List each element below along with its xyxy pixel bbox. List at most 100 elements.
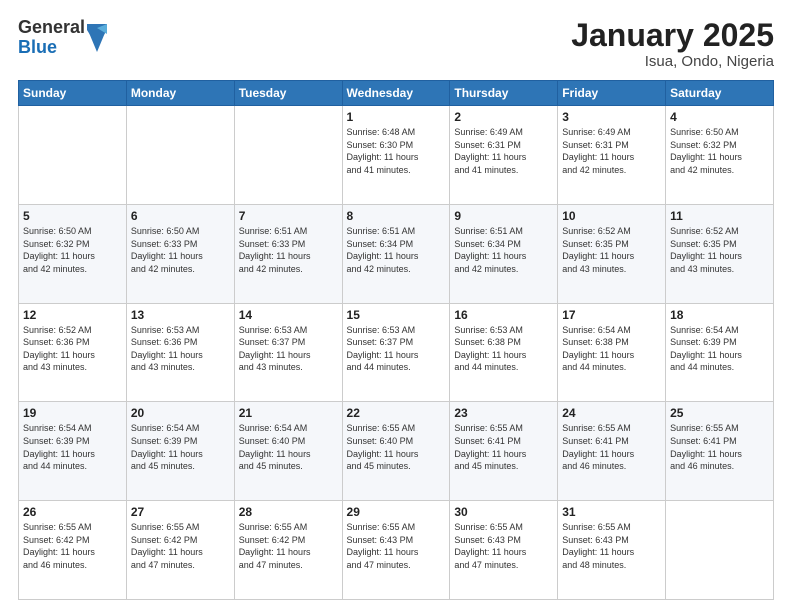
day-number: 4 [670,110,769,124]
day-number: 11 [670,209,769,223]
day-info: Sunrise: 6:51 AM Sunset: 6:34 PM Dayligh… [454,225,553,275]
day-header-friday: Friday [558,81,666,106]
week-row-2: 12 Sunrise: 6:52 AM Sunset: 6:36 PM Dayli… [19,303,774,402]
day-info: Sunrise: 6:51 AM Sunset: 6:34 PM Dayligh… [347,225,446,275]
day-info: Sunrise: 6:52 AM Sunset: 6:35 PM Dayligh… [670,225,769,275]
day-info: Sunrise: 6:50 AM Sunset: 6:32 PM Dayligh… [23,225,122,275]
day-number: 5 [23,209,122,223]
calendar-cell: 27Sunrise: 6:55 AM Sunset: 6:42 PM Dayli… [126,501,234,600]
day-info: Sunrise: 6:49 AM Sunset: 6:31 PM Dayligh… [454,126,553,176]
day-number: 2 [454,110,553,124]
calendar-cell: 29Sunrise: 6:55 AM Sunset: 6:43 PM Dayli… [342,501,450,600]
calendar-cell: 22Sunrise: 6:55 AM Sunset: 6:40 PM Dayli… [342,402,450,501]
day-number: 22 [347,406,446,420]
day-info: Sunrise: 6:54 AM Sunset: 6:38 PM Dayligh… [562,324,661,374]
day-number: 30 [454,505,553,519]
calendar-cell: 8Sunrise: 6:51 AM Sunset: 6:34 PM Daylig… [342,204,450,303]
day-header-saturday: Saturday [666,81,774,106]
logo: General Blue [18,18,107,58]
calendar-body: 1 Sunrise: 6:48 AM Sunset: 6:30 PM Daylig… [19,106,774,600]
calendar-cell: 25Sunrise: 6:55 AM Sunset: 6:41 PM Dayli… [666,402,774,501]
day-info: Sunrise: 6:55 AM Sunset: 6:41 PM Dayligh… [454,422,553,472]
day-number: 21 [239,406,338,420]
calendar-cell: 21 Sunrise: 6:54 AM Sunset: 6:40 PM Dayli… [234,402,342,501]
calendar-cell: 12 Sunrise: 6:52 AM Sunset: 6:36 PM Dayli… [19,303,127,402]
day-info: Sunrise: 6:55 AM Sunset: 6:42 PM Dayligh… [131,521,230,571]
calendar-cell: 20 Sunrise: 6:54 AM Sunset: 6:39 PM Dayli… [126,402,234,501]
day-number: 13 [131,308,230,322]
day-header-thursday: Thursday [450,81,558,106]
calendar-cell [126,106,234,205]
day-number: 1 [347,110,446,124]
day-info: Sunrise: 6:54 AM Sunset: 6:39 PM Dayligh… [131,422,230,472]
day-number: 3 [562,110,661,124]
calendar-cell: 7 Sunrise: 6:51 AM Sunset: 6:33 PM Daylig… [234,204,342,303]
calendar-cell: 1 Sunrise: 6:48 AM Sunset: 6:30 PM Daylig… [342,106,450,205]
calendar-cell: 6Sunrise: 6:50 AM Sunset: 6:33 PM Daylig… [126,204,234,303]
title-block: January 2025 Isua, Ondo, Nigeria [571,18,774,70]
day-info: Sunrise: 6:48 AM Sunset: 6:30 PM Dayligh… [347,126,446,176]
day-number: 25 [670,406,769,420]
day-number: 24 [562,406,661,420]
day-info: Sunrise: 6:53 AM Sunset: 6:37 PM Dayligh… [239,324,338,374]
calendar-cell: 19 Sunrise: 6:54 AM Sunset: 6:39 PM Dayli… [19,402,127,501]
day-info: Sunrise: 6:51 AM Sunset: 6:33 PM Dayligh… [239,225,338,275]
calendar-cell: 14Sunrise: 6:53 AM Sunset: 6:37 PM Dayli… [234,303,342,402]
calendar-cell: 23 Sunrise: 6:55 AM Sunset: 6:41 PM Dayli… [450,402,558,501]
day-number: 18 [670,308,769,322]
week-row-4: 26 Sunrise: 6:55 AM Sunset: 6:42 PM Dayli… [19,501,774,600]
calendar-cell: 10 Sunrise: 6:52 AM Sunset: 6:35 PM Dayli… [558,204,666,303]
calendar-cell: 2 Sunrise: 6:49 AM Sunset: 6:31 PM Daylig… [450,106,558,205]
day-info: Sunrise: 6:52 AM Sunset: 6:36 PM Dayligh… [23,324,122,374]
calendar-cell: 5 Sunrise: 6:50 AM Sunset: 6:32 PM Daylig… [19,204,127,303]
calendar-cell: 26 Sunrise: 6:55 AM Sunset: 6:42 PM Dayli… [19,501,127,600]
logo-text: General Blue [18,18,85,58]
day-info: Sunrise: 6:55 AM Sunset: 6:43 PM Dayligh… [347,521,446,571]
day-number: 7 [239,209,338,223]
day-info: Sunrise: 6:49 AM Sunset: 6:31 PM Dayligh… [562,126,661,176]
day-info: Sunrise: 6:55 AM Sunset: 6:42 PM Dayligh… [23,521,122,571]
logo-blue: Blue [18,38,85,58]
day-number: 20 [131,406,230,420]
day-number: 19 [23,406,122,420]
day-info: Sunrise: 6:54 AM Sunset: 6:39 PM Dayligh… [23,422,122,472]
location: Isua, Ondo, Nigeria [571,53,774,70]
day-info: Sunrise: 6:55 AM Sunset: 6:43 PM Dayligh… [454,521,553,571]
day-info: Sunrise: 6:54 AM Sunset: 6:39 PM Dayligh… [670,324,769,374]
header: General Blue January 2025 Isua, Ondo, Ni… [18,18,774,70]
day-info: Sunrise: 6:55 AM Sunset: 6:42 PM Dayligh… [239,521,338,571]
calendar-cell: 18 Sunrise: 6:54 AM Sunset: 6:39 PM Dayli… [666,303,774,402]
calendar-table: SundayMondayTuesdayWednesdayThursdayFrid… [18,80,774,600]
calendar-cell: 15 Sunrise: 6:53 AM Sunset: 6:37 PM Dayli… [342,303,450,402]
day-info: Sunrise: 6:55 AM Sunset: 6:43 PM Dayligh… [562,521,661,571]
day-number: 26 [23,505,122,519]
calendar-cell: 17 Sunrise: 6:54 AM Sunset: 6:38 PM Dayli… [558,303,666,402]
day-info: Sunrise: 6:50 AM Sunset: 6:32 PM Dayligh… [670,126,769,176]
day-number: 9 [454,209,553,223]
calendar-cell: 4 Sunrise: 6:50 AM Sunset: 6:32 PM Daylig… [666,106,774,205]
week-row-1: 5 Sunrise: 6:50 AM Sunset: 6:32 PM Daylig… [19,204,774,303]
calendar-cell: 16 Sunrise: 6:53 AM Sunset: 6:38 PM Dayli… [450,303,558,402]
calendar-cell [19,106,127,205]
week-row-0: 1 Sunrise: 6:48 AM Sunset: 6:30 PM Daylig… [19,106,774,205]
day-number: 16 [454,308,553,322]
day-number: 6 [131,209,230,223]
calendar-cell: 3 Sunrise: 6:49 AM Sunset: 6:31 PM Daylig… [558,106,666,205]
days-header-row: SundayMondayTuesdayWednesdayThursdayFrid… [19,81,774,106]
calendar-cell: 9 Sunrise: 6:51 AM Sunset: 6:34 PM Daylig… [450,204,558,303]
day-number: 10 [562,209,661,223]
day-number: 28 [239,505,338,519]
day-number: 23 [454,406,553,420]
day-number: 17 [562,308,661,322]
day-info: Sunrise: 6:53 AM Sunset: 6:36 PM Dayligh… [131,324,230,374]
day-info: Sunrise: 6:54 AM Sunset: 6:40 PM Dayligh… [239,422,338,472]
day-info: Sunrise: 6:53 AM Sunset: 6:38 PM Dayligh… [454,324,553,374]
page: General Blue January 2025 Isua, Ondo, Ni… [0,0,792,612]
calendar-cell: 30 Sunrise: 6:55 AM Sunset: 6:43 PM Dayli… [450,501,558,600]
week-row-3: 19 Sunrise: 6:54 AM Sunset: 6:39 PM Dayli… [19,402,774,501]
day-number: 15 [347,308,446,322]
day-info: Sunrise: 6:52 AM Sunset: 6:35 PM Dayligh… [562,225,661,275]
day-info: Sunrise: 6:53 AM Sunset: 6:37 PM Dayligh… [347,324,446,374]
month-title: January 2025 [571,18,774,53]
day-number: 12 [23,308,122,322]
